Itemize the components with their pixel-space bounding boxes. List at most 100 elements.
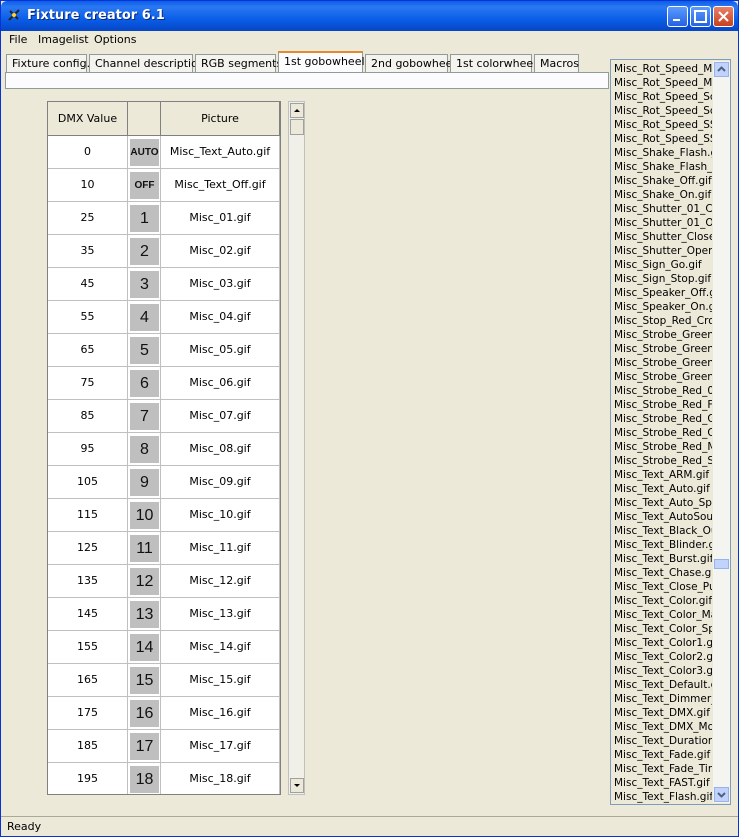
grid-scrollbar[interactable]: [288, 101, 305, 795]
picture-cell[interactable]: Misc_01.gif: [161, 202, 280, 235]
gobo-icon-cell[interactable]: 4: [128, 301, 161, 334]
table-row[interactable]: 65 5 Misc_05.gif: [48, 334, 280, 367]
image-list-item[interactable]: Misc_Speaker_On.g: [614, 300, 712, 314]
tab-2nd-gobowheel[interactable]: 2nd gobowheel: [365, 54, 455, 72]
image-list-item[interactable]: Misc_Text_Close_Pu: [614, 580, 712, 594]
header-dmx-value[interactable]: DMX Value: [48, 102, 128, 136]
picture-cell[interactable]: Misc_12.gif: [161, 565, 280, 598]
image-list-item[interactable]: Misc_Rot_Speed_SS: [614, 118, 712, 132]
dmx-value-cell[interactable]: 185: [48, 730, 128, 763]
image-list-item[interactable]: Misc_Text_FAST.gif: [614, 776, 712, 790]
tab-fixture-config[interactable]: Fixture config.: [6, 54, 90, 72]
dmx-value-cell[interactable]: 10: [48, 169, 128, 202]
image-list-item[interactable]: Misc_Text_Black_Ou: [614, 524, 712, 538]
picture-cell[interactable]: Misc_02.gif: [161, 235, 280, 268]
gobo-icon-cell[interactable]: 10: [128, 499, 161, 532]
tab-1st-colorwheel[interactable]: 1st colorwheel: [450, 54, 536, 72]
picture-cell[interactable]: Misc_13.gif: [161, 598, 280, 631]
table-row[interactable]: 95 8 Misc_08.gif: [48, 433, 280, 466]
gobo-icon-cell[interactable]: 5: [128, 334, 161, 367]
table-row[interactable]: 155 14 Misc_14.gif: [48, 631, 280, 664]
scroll-up-button[interactable]: [290, 103, 304, 118]
table-row[interactable]: 115 10 Misc_10.gif: [48, 499, 280, 532]
image-list-item[interactable]: Misc_Strobe_Red_M: [614, 440, 712, 454]
picture-cell[interactable]: Misc_04.gif: [161, 301, 280, 334]
gobo-icon-cell[interactable]: AUTO: [128, 136, 161, 169]
image-list-item[interactable]: Misc_Text_Burst.gif: [614, 552, 712, 566]
image-list-item[interactable]: Misc_Text_Chase.gi: [614, 566, 712, 580]
header-icon[interactable]: [128, 102, 161, 136]
image-list-item[interactable]: Misc_Text_Duration: [614, 734, 712, 748]
imagelist-scroll-thumb[interactable]: [714, 559, 729, 569]
picture-cell[interactable]: Misc_09.gif: [161, 466, 280, 499]
image-list-item[interactable]: Misc_Sign_Stop.gif: [614, 272, 712, 286]
picture-cell[interactable]: Misc_16.gif: [161, 697, 280, 730]
dmx-value-cell[interactable]: 115: [48, 499, 128, 532]
dmx-value-cell[interactable]: 125: [48, 532, 128, 565]
image-list-item[interactable]: Misc_Shutter_01_Cl: [614, 202, 712, 216]
tab-channel-description[interactable]: Channel description: [89, 54, 205, 72]
image-list-item[interactable]: Misc_Shutter_01_Op: [614, 216, 712, 230]
scroll-thumb[interactable]: [290, 119, 304, 135]
dmx-value-cell[interactable]: 35: [48, 235, 128, 268]
dmx-value-cell[interactable]: 165: [48, 664, 128, 697]
imagelist-scroll-up[interactable]: [714, 62, 729, 77]
table-row[interactable]: 45 3 Misc_03.gif: [48, 268, 280, 301]
menu-imagelist[interactable]: Imagelist: [38, 33, 89, 46]
image-list-item[interactable]: Misc_Strobe_Red_G: [614, 412, 712, 426]
image-list-item[interactable]: Misc_Text_Auto_Sp: [614, 496, 712, 510]
dmx-value-cell[interactable]: 25: [48, 202, 128, 235]
image-list-item[interactable]: Misc_Strobe_Green: [614, 342, 712, 356]
image-list-item[interactable]: Misc_Rot_Speed_Sc: [614, 104, 712, 118]
picture-cell[interactable]: Misc_18.gif: [161, 763, 280, 794]
maximize-button[interactable]: [690, 6, 711, 27]
image-list-item[interactable]: Misc_Sign_Go.gif: [614, 258, 712, 272]
tab-macros[interactable]: Macros: [534, 54, 579, 72]
table-row[interactable]: 55 4 Misc_04.gif: [48, 301, 280, 334]
picture-cell[interactable]: Misc_07.gif: [161, 400, 280, 433]
image-list-item[interactable]: Misc_Text_Color_Sp: [614, 622, 712, 636]
image-list[interactable]: Misc_Rot_Speed_Mo Misc_Rot_Speed_Mo Misc_R…: [610, 59, 731, 805]
image-list-item[interactable]: Misc_Strobe_Red_F: [614, 398, 712, 412]
imagelist-scroll-down[interactable]: [714, 787, 729, 802]
picture-cell[interactable]: Misc_14.gif: [161, 631, 280, 664]
tab-1st-gobowheel[interactable]: 1st gobowheel: [278, 51, 365, 73]
gobo-icon-cell[interactable]: 7: [128, 400, 161, 433]
image-list-item[interactable]: Misc_Rot_Speed_SS: [614, 132, 712, 146]
gobo-icon-cell[interactable]: 3: [128, 268, 161, 301]
image-list-item[interactable]: Misc_Text_Flash.gif: [614, 790, 712, 804]
dmx-value-cell[interactable]: 95: [48, 433, 128, 466]
dmx-value-cell[interactable]: 175: [48, 697, 128, 730]
gobo-icon-cell[interactable]: 1: [128, 202, 161, 235]
image-list-item[interactable]: Misc_Strobe_Red_S: [614, 454, 712, 468]
image-list-item[interactable]: Misc_Shake_On.gif: [614, 188, 712, 202]
image-list-item[interactable]: Misc_Text_Color2.gi: [614, 650, 712, 664]
image-list-item[interactable]: Misc_Text_Fade.gif: [614, 748, 712, 762]
picture-cell[interactable]: Misc_06.gif: [161, 367, 280, 400]
image-list-item[interactable]: Misc_Text_Fade_Tin: [614, 762, 712, 776]
gobo-icon-cell[interactable]: 15: [128, 664, 161, 697]
close-button[interactable]: [713, 6, 734, 27]
picture-cell[interactable]: Misc_03.gif: [161, 268, 280, 301]
image-list-item[interactable]: Misc_Stop_Red_Cro: [614, 314, 712, 328]
dmx-value-cell[interactable]: 75: [48, 367, 128, 400]
image-list-item[interactable]: Misc_Shutter_Close: [614, 230, 712, 244]
dmx-value-cell[interactable]: 145: [48, 598, 128, 631]
gobo-icon-cell[interactable]: 14: [128, 631, 161, 664]
image-list-item[interactable]: Misc_Text_ARM.gif: [614, 468, 712, 482]
image-list-item[interactable]: Misc_Text_DMX_Mo: [614, 720, 712, 734]
image-list-item[interactable]: Misc_Strobe_Green: [614, 328, 712, 342]
image-list-item[interactable]: Misc_Shutter_Open: [614, 244, 712, 258]
image-list-item[interactable]: Misc_Shake_Flash_: [614, 160, 712, 174]
picture-cell[interactable]: Misc_05.gif: [161, 334, 280, 367]
image-list-item[interactable]: Misc_Strobe_Red_0: [614, 384, 712, 398]
gobo-icon-cell[interactable]: 12: [128, 565, 161, 598]
dmx-value-cell[interactable]: 65: [48, 334, 128, 367]
image-list-item[interactable]: Misc_Strobe_Green: [614, 356, 712, 370]
dmx-value-cell[interactable]: 155: [48, 631, 128, 664]
image-list-item[interactable]: Misc_Text_Color3.gi: [614, 664, 712, 678]
image-list-item[interactable]: Misc_Speaker_Off.g: [614, 286, 712, 300]
scroll-down-button[interactable]: [290, 778, 304, 793]
table-row[interactable]: 145 13 Misc_13.gif: [48, 598, 280, 631]
image-list-scrollbar[interactable]: [713, 61, 730, 803]
